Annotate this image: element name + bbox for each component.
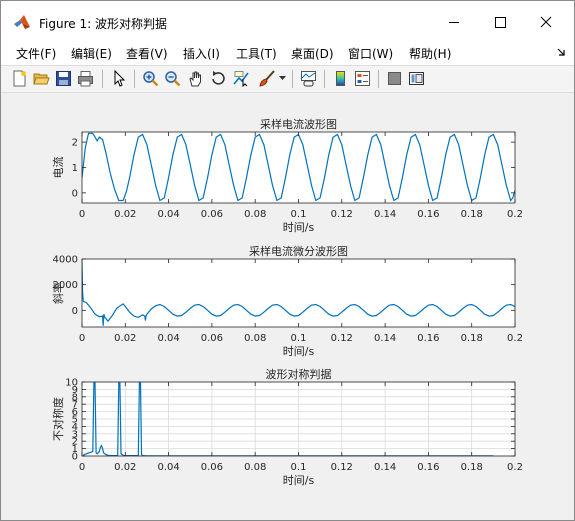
x-tick-label: 0.1 — [291, 209, 307, 220]
x-tick-label: 0.12 — [331, 462, 353, 473]
menu-edit[interactable]: 编辑(E) — [71, 45, 112, 62]
y-tick-label: 4000 — [53, 255, 78, 266]
x-tick-label: 0.14 — [374, 209, 396, 220]
hide-plot-tools-icon[interactable] — [386, 70, 403, 87]
axes-title: 波形对称判据 — [266, 367, 332, 381]
x-axis-label: 时间/s — [283, 474, 315, 487]
toolbar-separator — [378, 70, 379, 88]
x-axis-label: 时间/s — [283, 345, 315, 358]
pan-hand-icon[interactable] — [187, 70, 204, 87]
x-tick-label: 0.08 — [244, 462, 266, 473]
toolbar-separator — [102, 70, 103, 88]
x-tick-label: 0.16 — [417, 333, 439, 344]
axes-title: 采样电流微分波形图 — [249, 244, 348, 258]
x-tick-label: 0.1 — [291, 462, 307, 473]
y-tick-label: 0 — [72, 306, 78, 317]
maximize-icon — [495, 17, 506, 28]
save-icon[interactable] — [55, 70, 72, 87]
x-tick-label: 0.08 — [244, 209, 266, 220]
rotate-3d-icon[interactable] — [210, 70, 227, 87]
x-tick-label: 0.16 — [417, 209, 439, 220]
y-tick-label: 0 — [72, 188, 78, 199]
menu-window[interactable]: 窗口(W) — [348, 45, 393, 62]
colorbar-icon[interactable] — [332, 70, 349, 87]
x-tick-label: 0 — [79, 209, 85, 220]
y-axis-label: 斜率 — [51, 282, 65, 304]
x-tick-label: 0.18 — [461, 462, 483, 473]
x-tick-label: 0.2 — [507, 209, 523, 220]
x-tick-label: 0.14 — [374, 333, 396, 344]
x-tick-label: 0.2 — [507, 462, 523, 473]
x-tick-label: 0.14 — [374, 462, 396, 473]
brush-dropdown-icon[interactable] — [279, 76, 286, 81]
x-tick-label: 0.16 — [417, 462, 439, 473]
x-tick-label: 0.08 — [244, 333, 266, 344]
show-plot-tools-icon[interactable] — [408, 70, 425, 87]
zoom-in-icon[interactable] — [142, 70, 159, 87]
pointer-icon[interactable] — [110, 70, 127, 87]
axes-2-background — [82, 259, 515, 327]
x-tick-label: 0.12 — [331, 209, 353, 220]
close-button[interactable] — [523, 9, 569, 35]
x-tick-label: 0.06 — [201, 333, 223, 344]
data-cursor-icon[interactable] — [233, 70, 250, 87]
legend-icon[interactable] — [354, 70, 371, 87]
menu-insert[interactable]: 插入(I) — [183, 45, 220, 62]
x-tick-label: 0.18 — [461, 209, 483, 220]
new-figure-icon[interactable] — [11, 70, 28, 87]
menu-desktop[interactable]: 桌面(D) — [291, 45, 334, 62]
x-axis-label: 时间/s — [283, 221, 315, 234]
x-tick-label: 0.18 — [461, 333, 483, 344]
maximize-button[interactable] — [477, 9, 523, 35]
toolbar — [1, 65, 574, 93]
y-axis-label: 不对称度 — [51, 397, 65, 441]
axes-title: 采样电流波形图 — [260, 117, 337, 131]
x-tick-label: 0.02 — [114, 462, 136, 473]
x-tick-label: 0.04 — [157, 462, 179, 473]
y-axis-label: 电流 — [51, 157, 65, 179]
open-file-icon[interactable] — [33, 70, 50, 87]
minimize-icon — [449, 22, 459, 23]
minimize-button[interactable] — [431, 9, 477, 35]
axes-1-background — [82, 132, 515, 203]
y-tick-label: 1 — [72, 163, 78, 174]
y-tick-label: 10 — [65, 378, 78, 389]
x-tick-label: 0.02 — [114, 333, 136, 344]
x-tick-label: 0.04 — [157, 209, 179, 220]
x-tick-label: 0.1 — [291, 333, 307, 344]
link-plot-icon[interactable] — [300, 70, 317, 87]
title-bar[interactable]: Figure 1: 波形对称判据 — [1, 1, 574, 43]
toolbar-separator — [134, 70, 135, 88]
dock-arrow-icon[interactable] — [556, 47, 566, 57]
print-icon[interactable] — [77, 70, 94, 87]
x-tick-label: 0.04 — [157, 333, 179, 344]
x-tick-label: 0.06 — [201, 462, 223, 473]
x-tick-label: 0.02 — [114, 209, 136, 220]
menu-bar: 文件(F) 编辑(E) 查看(V) 插入(I) 工具(T) 桌面(D) 窗口(W… — [1, 43, 574, 65]
y-tick-label: 2 — [72, 138, 78, 149]
x-tick-label: 0.2 — [507, 333, 523, 344]
menu-tools[interactable]: 工具(T) — [236, 45, 277, 62]
zoom-out-icon[interactable] — [164, 70, 181, 87]
window-title: Figure 1: 波形对称判据 — [39, 17, 167, 31]
x-tick-label: 0 — [79, 333, 85, 344]
toolbar-separator — [292, 70, 293, 88]
menu-file[interactable]: 文件(F) — [16, 45, 56, 62]
menu-help[interactable]: 帮助(H) — [409, 45, 451, 62]
close-icon — [540, 16, 552, 28]
toolbar-separator — [324, 70, 325, 88]
x-tick-label: 0.12 — [331, 333, 353, 344]
figure-window: Figure 1: 波形对称判据 文件(F) 编辑(E) 查看(V) 插入(I)… — [0, 0, 575, 521]
brush-icon[interactable] — [258, 70, 275, 87]
x-tick-label: 0 — [79, 462, 85, 473]
menu-view[interactable]: 查看(V) — [126, 45, 168, 62]
figure-canvas: 0 0.02 0.04 0.06 0.08 0.1 0.12 0.14 0.16 0.18 0.20… — [51, 117, 523, 487]
matlab-logo-icon — [14, 15, 30, 29]
x-tick-label: 0.06 — [201, 209, 223, 220]
